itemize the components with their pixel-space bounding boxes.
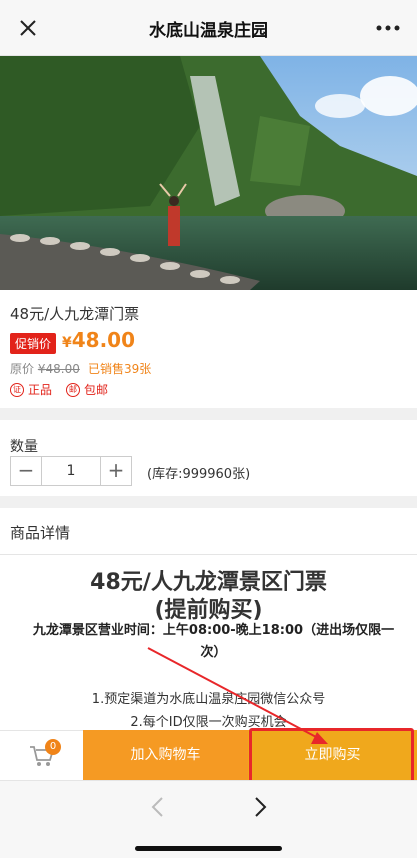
price-value: 48.00 [71,328,136,352]
product-name: 48元/人九龙潭门票 [10,305,140,323]
quantity-section: 数量 − 1 + (库存:999960张) [0,420,417,496]
promo-badge: 促销价 [10,333,57,354]
product-price: ¥48.00 [62,328,135,352]
page-title: 水底山温泉庄园 [149,21,268,41]
top-bar: 水底山温泉庄园 [0,0,417,56]
cart-button[interactable]: 0 [0,730,83,780]
buy-now-button[interactable]: 立即购买 [248,730,417,780]
home-indicator [135,846,282,851]
product-info: 48元/人九龙潭门票 促销价 ¥48.00 原价 ¥48.00 已销售39张 证… [0,290,417,408]
original-price-value: ¥48.00 [37,362,80,376]
add-to-cart-button[interactable]: 加入购物车 [83,730,248,780]
sold-count: 已销售39张 [88,362,152,376]
product-details: 商品详情 48元/人九龙潭景区门票 (提前购买) 九龙潭景区营业时间：上午08:… [0,508,417,730]
guarantee-free-shipping: 邮 包邮 [66,381,108,398]
bottom-action-bar: 0 加入购物车 立即购买 [0,730,417,780]
section-divider [0,496,417,508]
guarantee-free-shipping-label: 包邮 [84,383,109,397]
decrease-button[interactable]: − [11,457,41,485]
section-divider [0,408,417,420]
cart-count-badge: 0 [45,739,61,755]
opening-hours: 九龙潭景区营业时间：上午08:00-晚上18:00（进出场仅限一次） [32,623,395,660]
product-hero-image [0,56,417,290]
free-shipping-icon: 邮 [66,382,80,397]
quantity-label: 数量 [10,439,38,455]
increase-button[interactable]: + [101,457,131,485]
quantity-stepper: − 1 + [10,456,132,486]
original-price: 原价 ¥48.00 [10,360,80,377]
quantity-input[interactable]: 1 [41,457,101,485]
forward-arrow-icon[interactable] [250,795,270,819]
details-heading: 商品详情 [10,524,71,542]
price-currency: ¥ [62,335,72,351]
original-price-label: 原价 [10,362,35,376]
guarantee-authentic: 证 正品 [10,381,52,398]
more-options-icon[interactable] [373,16,403,40]
back-arrow-icon[interactable] [148,795,168,819]
authentic-icon: 证 [10,382,24,397]
details-divider [0,554,417,555]
rule-line: 2.每个ID仅限一次购买机会 [130,715,287,730]
stock-count: (库存:999960张) [147,467,251,482]
rule-line: 1.预定渠道为水底山温泉庄园微信公众号 [91,692,326,707]
guarantee-authentic-label: 正品 [28,383,53,397]
